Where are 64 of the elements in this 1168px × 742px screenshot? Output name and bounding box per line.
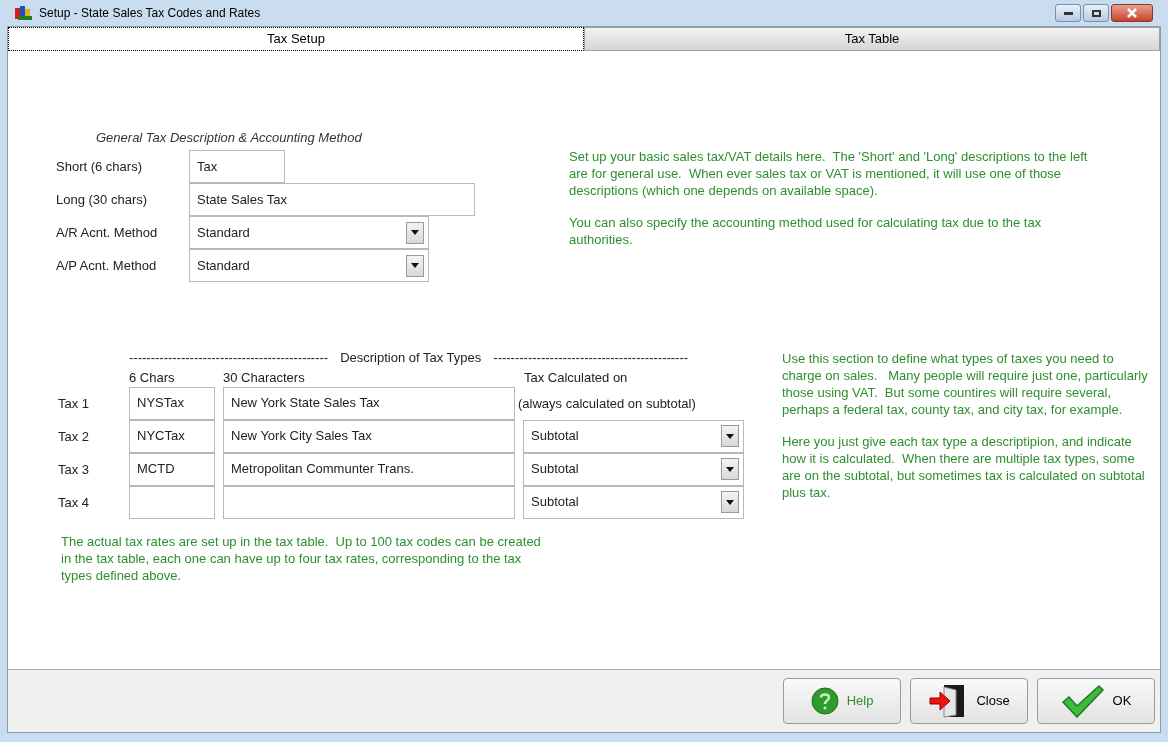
- column-header: 30 Characters: [223, 368, 306, 387]
- tab[interactable]: Tax Table: [584, 27, 1160, 51]
- close-button[interactable]: [1111, 4, 1153, 22]
- dropdown-value: Standard: [197, 256, 250, 275]
- maximize-button[interactable]: [1083, 4, 1109, 22]
- row-label: Tax 3: [58, 460, 91, 479]
- input-field[interactable]: Tax: [189, 150, 285, 183]
- minimize-button[interactable]: [1055, 4, 1081, 22]
- dropdown-field[interactable]: Standard: [189, 216, 429, 249]
- close-icon: [1127, 8, 1137, 18]
- dropdown-field[interactable]: Subtotal: [523, 485, 744, 519]
- close-button[interactable]: Close: [910, 678, 1028, 724]
- column-header: Tax Calculated on: [524, 368, 628, 387]
- input-field[interactable]: NYSTax: [129, 386, 215, 420]
- caret-icon: [411, 263, 419, 268]
- help-button[interactable]: Help: [783, 678, 901, 724]
- help-icon: [810, 687, 839, 715]
- input-field[interactable]: [223, 485, 515, 519]
- input-field[interactable]: Metropolitan Communter Trans.: [223, 452, 515, 486]
- input-field[interactable]: [129, 485, 215, 519]
- window-title: Setup - State Sales Tax Codes and Rates: [39, 5, 261, 22]
- row-label: Tax 4: [58, 493, 91, 512]
- caret-icon: [411, 230, 419, 235]
- dropdown-button[interactable]: [721, 425, 739, 447]
- help-paragraph: Here you just give each tax type a descriptipion, and indicate how it is calculated. When there are multiple tax types, some are on the subtotal, but sometimes tax is calculated on subtotal plus tax.: [782, 432, 1146, 501]
- dropdown-button[interactable]: [721, 491, 739, 513]
- input-field[interactable]: New York City Sales Tax: [223, 419, 515, 453]
- dropdown-value: Standard: [197, 223, 250, 242]
- field-label: Long (30 chars): [56, 191, 149, 210]
- dropdown-button[interactable]: [406, 221, 424, 244]
- dropdown-button[interactable]: [406, 254, 424, 277]
- dashes: ---------------------------------------------: [493, 348, 689, 367]
- dropdown-button[interactable]: [721, 458, 739, 480]
- row-label: Tax 2: [58, 427, 91, 446]
- field-label: A/R Acnt. Method: [56, 224, 159, 243]
- help-paragraph: Use this section to define what types of taxes you need to charge on sales. Many people will require just one, particularly those using VAT. But some countires will require several, perhaps a federal tax, county tax, and city tax, for example.: [782, 349, 1149, 418]
- ok-button[interactable]: OK: [1037, 678, 1155, 724]
- input-field[interactable]: NYCTax: [129, 419, 215, 453]
- section-heading: Description of Tax Types: [340, 348, 482, 367]
- dropdown-value: Subtotal: [531, 493, 579, 512]
- dashes: ----------------------------------------------: [129, 348, 329, 367]
- field-label: A/P Acnt. Method: [56, 257, 158, 276]
- app-icon: [15, 5, 33, 21]
- caret-icon: [726, 433, 734, 439]
- row-label: Tax 1: [58, 394, 91, 413]
- caret-icon: [726, 466, 734, 472]
- input-field[interactable]: MCTD: [129, 452, 215, 486]
- help-paragraph: You can also specify the accounting method used for calculating tax due to the tax authorities.: [569, 214, 1043, 248]
- calculation-note: (always calculated on subtotal): [518, 395, 696, 411]
- tax-note: The actual tax rates are set up in the tax table. Up to 100 tax codes can be created in the tax table, each one can have up to four tax rates, corresponding to the tax types defined above.: [60, 533, 542, 584]
- input-field[interactable]: New York State Sales Tax: [223, 386, 515, 420]
- dropdown-field[interactable]: Standard: [189, 249, 429, 282]
- checkmark-icon: [1060, 684, 1105, 718]
- field-label: Short (6 chars): [56, 158, 143, 177]
- dropdown-value: Subtotal: [531, 460, 579, 479]
- tab[interactable]: Tax Setup: [8, 27, 584, 51]
- dropdown-field[interactable]: Subtotal: [523, 419, 744, 453]
- input-field[interactable]: State Sales Tax: [189, 183, 475, 216]
- dropdown-field[interactable]: Subtotal: [523, 452, 744, 486]
- help-paragraph: Set up your basic sales tax/VAT details here. The 'Short' and 'Long' descriptions to the left are for general use. When ever sales tax or VAT is mentioned, it will use one of those descriptions (which one depends on available space).: [569, 148, 1089, 199]
- column-header: 6 Chars: [129, 368, 176, 387]
- section-heading: General Tax Description & Accounting Method: [95, 129, 363, 147]
- caret-icon: [726, 499, 734, 505]
- dropdown-value: Subtotal: [531, 427, 579, 446]
